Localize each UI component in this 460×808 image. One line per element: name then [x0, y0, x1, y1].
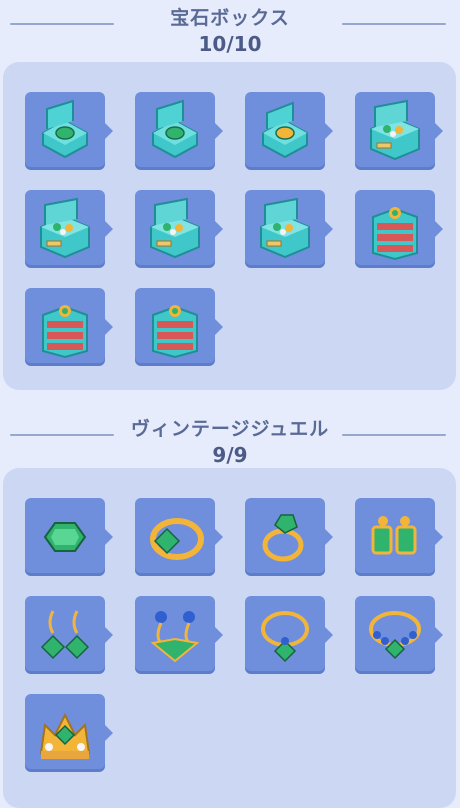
emerald-earrings-icon — [371, 516, 417, 555]
item-panel — [3, 62, 456, 390]
slot-arrow-tab — [215, 529, 223, 545]
vintage-jewel-section: ヴィンテージジュエル 9/9 — [0, 410, 460, 808]
slot-arrow-tab — [325, 221, 333, 237]
section-title: 宝石ボックス — [170, 7, 290, 29]
collection-slot[interactable] — [245, 92, 333, 170]
collection-slot[interactable] — [245, 190, 333, 268]
emerald-ring-icon — [150, 518, 204, 560]
collection-slot[interactable] — [25, 288, 113, 366]
section-header: 宝石ボックス 10/10 — [0, 0, 460, 60]
slot-arrow-tab — [215, 319, 223, 335]
slot-arrow-tab — [105, 221, 113, 237]
collection-slot[interactable] — [355, 92, 443, 170]
collection-slot[interactable] — [355, 498, 443, 576]
collection-slot[interactable] — [25, 92, 113, 170]
collection-slot[interactable] — [25, 694, 113, 772]
jewelry-box-4-icon — [370, 99, 420, 161]
slot-arrow-tab — [325, 529, 333, 545]
jewelry-box-3-icon — [262, 101, 308, 159]
slot-arrow-tab — [435, 123, 443, 139]
collection-slot[interactable] — [135, 288, 223, 366]
slot-arrow-tab — [215, 221, 223, 237]
slot-arrow-tab — [105, 725, 113, 741]
jewelry-box-6-icon — [150, 197, 200, 259]
jewelry-box-10-icon — [152, 305, 198, 359]
slot-arrow-tab — [435, 627, 443, 643]
collection-screen: { "sections": [ { "title": "宝石ボックス", "co… — [0, 0, 460, 808]
slot-arrow-tab — [435, 221, 443, 237]
jewelry-box-5-icon — [40, 197, 90, 259]
jeweled-crown-icon — [39, 712, 91, 759]
collection-slot[interactable] — [135, 190, 223, 268]
collection-slot[interactable] — [245, 596, 333, 674]
section-title: ヴィンテージジュエル — [130, 418, 330, 440]
slot-arrow-tab — [105, 319, 113, 335]
drop-earrings-icon — [40, 610, 90, 660]
gold-ring-icon — [262, 514, 304, 562]
slot-arrow-tab — [325, 627, 333, 643]
slot-arrow-tab — [105, 123, 113, 139]
emerald-necklace-icon — [261, 611, 309, 663]
collection-slot[interactable] — [245, 498, 333, 576]
emerald-gem-icon — [43, 522, 87, 552]
collection-slot[interactable] — [135, 596, 223, 674]
section-header: ヴィンテージジュエル 9/9 — [0, 410, 460, 470]
slot-arrow-tab — [105, 529, 113, 545]
jewelry-box-1-icon — [42, 99, 88, 159]
slot-arrow-tab — [215, 123, 223, 139]
slot-arrow-tab — [105, 627, 113, 643]
jewelry-box-9-icon — [42, 305, 88, 359]
collection-slot[interactable] — [25, 596, 113, 674]
collection-slot[interactable] — [25, 190, 113, 268]
collection-slot[interactable] — [135, 498, 223, 576]
jewelry-box-7-icon — [260, 197, 310, 259]
section-count: 10/10 — [198, 32, 262, 56]
sapphire-necklace-icon — [369, 611, 421, 660]
collection-slot[interactable] — [25, 498, 113, 576]
item-panel — [3, 468, 456, 808]
sapphire-earrings-icon — [150, 611, 200, 663]
slot-arrow-tab — [325, 123, 333, 139]
section-count: 9/9 — [212, 443, 248, 467]
slot-arrow-tab — [215, 627, 223, 643]
collection-slot[interactable] — [135, 92, 223, 170]
jewelry-box-8-icon — [372, 207, 418, 261]
jewelry-box-2-icon — [152, 99, 198, 159]
collection-slot[interactable] — [355, 596, 443, 674]
jewelry-box-section: 宝石ボックス 10/10 — [0, 0, 460, 390]
collection-slot[interactable] — [355, 190, 443, 268]
slot-arrow-tab — [435, 529, 443, 545]
